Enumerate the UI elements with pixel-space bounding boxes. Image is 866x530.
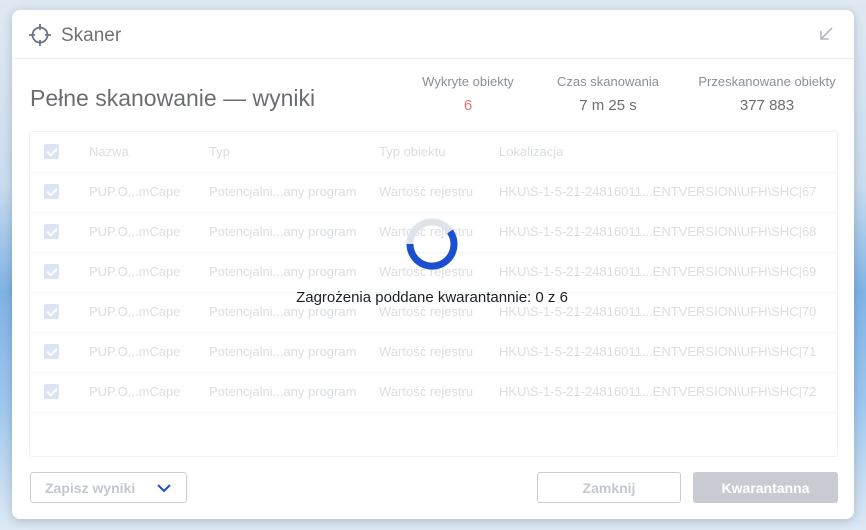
close-button[interactable]: Zamknij	[537, 472, 681, 503]
loading-spinner-icon	[406, 218, 458, 270]
chevron-down-icon	[157, 484, 171, 493]
quarantine-button[interactable]: Kwarantanna	[693, 472, 838, 503]
quarantine-progress-text: Zagrożenia poddane kwarantannie: 0 z 6	[296, 289, 568, 306]
scanner-window: Skaner Pełne skanowanie — wyniki Wykryte…	[12, 10, 854, 519]
save-results-dropdown[interactable]: Zapisz wyniki	[30, 472, 187, 503]
save-results-label: Zapisz wyniki	[45, 479, 136, 496]
